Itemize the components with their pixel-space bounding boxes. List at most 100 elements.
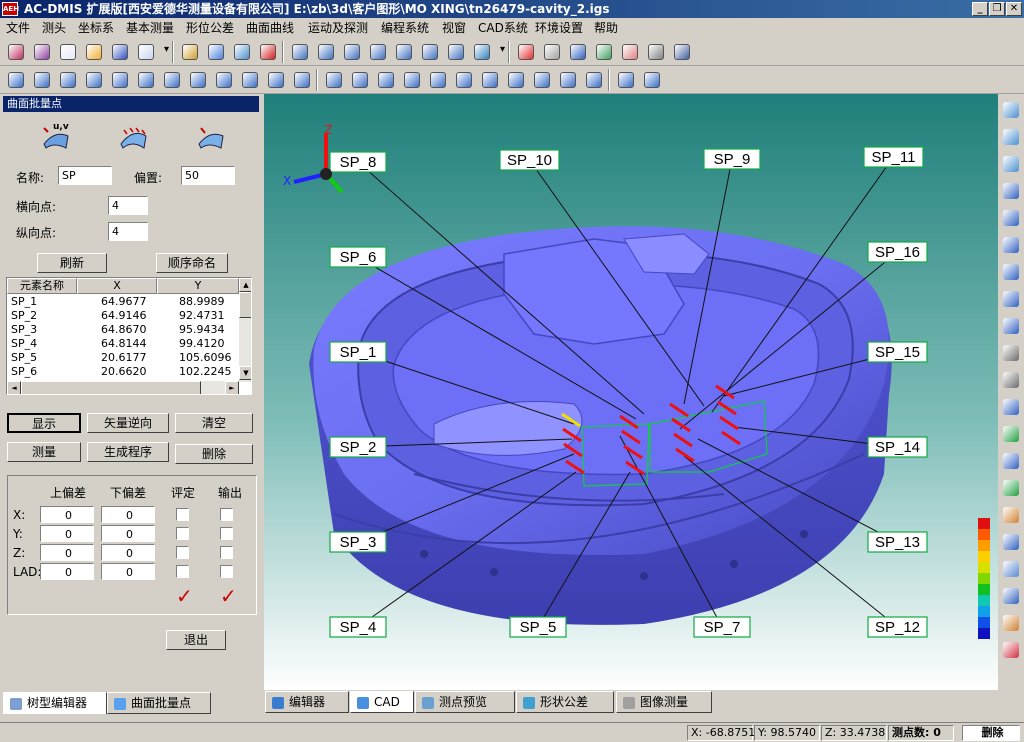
save-image-icon[interactable] — [1001, 559, 1021, 579]
plane-d-icon[interactable] — [56, 68, 78, 90]
view-front-icon[interactable] — [1001, 208, 1021, 228]
view-side-icon[interactable] — [1001, 235, 1021, 255]
tab-editor[interactable]: 编辑器 — [265, 691, 349, 713]
runner-icon[interactable] — [618, 40, 640, 62]
show-button[interactable]: 显示 — [7, 413, 81, 433]
menu-window[interactable]: 视窗 — [442, 18, 466, 38]
output-checkbox[interactable] — [220, 527, 233, 540]
measure-button[interactable]: 测量 — [7, 442, 81, 462]
menu-programming[interactable]: 编程系统 — [381, 18, 429, 38]
cursor-icon[interactable] — [1001, 397, 1021, 417]
hatch-icon[interactable] — [322, 68, 344, 90]
camera-icon[interactable] — [1001, 586, 1021, 606]
exit-button[interactable]: 退出 — [166, 630, 226, 650]
point-label[interactable]: SP_16 — [867, 241, 928, 263]
perpendicular-icon[interactable] — [366, 40, 388, 62]
menu-probe[interactable]: 测头 — [42, 18, 66, 38]
list-icon[interactable] — [478, 68, 500, 90]
coordinate-icon[interactable] — [470, 40, 492, 62]
scroll-h-thumb[interactable] — [21, 381, 201, 394]
view-box-icon[interactable] — [1001, 289, 1021, 309]
target2-icon[interactable] — [452, 68, 474, 90]
tab-image-measure[interactable]: 图像测量 — [616, 691, 712, 713]
point-label[interactable]: SP_9 — [703, 148, 761, 170]
upper-tol-field[interactable]: 0 — [40, 544, 94, 561]
position-icon[interactable] — [444, 40, 466, 62]
menu-surface-curve[interactable]: 曲面曲线 — [246, 18, 294, 38]
refresh-button[interactable]: 刷新 — [37, 253, 107, 273]
cone-icon[interactable] — [186, 68, 208, 90]
restore-button[interactable]: ❐ — [989, 2, 1005, 16]
status-delete-button[interactable]: 删除 — [962, 725, 1020, 741]
menu-motion[interactable]: 运动及探测 — [308, 18, 368, 38]
minimize-button[interactable]: _ — [972, 2, 988, 16]
point-label[interactable]: SP_2 — [329, 436, 387, 458]
reverse-vector-button[interactable]: 矢量逆向 — [87, 413, 169, 433]
database-icon[interactable] — [592, 40, 614, 62]
lower-tol-field[interactable]: 0 — [101, 506, 155, 523]
menu-file[interactable]: 文件 — [6, 18, 30, 38]
hatch2-icon[interactable] — [640, 68, 662, 90]
point-icon[interactable] — [4, 68, 26, 90]
menu-cad[interactable]: CAD系统 — [478, 18, 528, 38]
point-label[interactable]: SP_6 — [329, 246, 387, 268]
col-x-header[interactable]: X — [77, 278, 157, 294]
probe-move-icon[interactable] — [514, 40, 536, 62]
frame-icon[interactable] — [556, 68, 578, 90]
col-y-header[interactable]: Y — [157, 278, 239, 294]
horizontal-points-field[interactable]: 4 — [108, 196, 148, 215]
view-iso-icon[interactable] — [1001, 181, 1021, 201]
point-label[interactable]: SP_7 — [693, 616, 751, 638]
output-checkbox[interactable] — [220, 508, 233, 521]
uv-surface-icon[interactable]: u,v — [40, 122, 70, 150]
probe-icon[interactable] — [1001, 613, 1021, 633]
chart-icon[interactable] — [230, 40, 252, 62]
menu-settings[interactable]: 环境设置 — [535, 18, 583, 38]
cad-viewport[interactable]: SP_1 SP_2 SP_3 SP_4 SP_5 SP_6 SP_7 SP_8 SP_9 SP_1… — [264, 94, 998, 690]
plane-icon[interactable] — [108, 68, 130, 90]
offset-field[interactable]: 50 — [181, 166, 235, 185]
frame2-icon[interactable] — [582, 68, 604, 90]
zoom-window-icon[interactable] — [1001, 154, 1021, 174]
upper-tol-field[interactable]: 0 — [40, 525, 94, 542]
delete-button[interactable]: 删除 — [175, 444, 253, 464]
evaluate-checkbox[interactable] — [176, 546, 189, 559]
eraser-icon[interactable] — [1001, 640, 1021, 660]
view-solid-icon[interactable] — [1001, 316, 1021, 336]
torus-icon[interactable] — [264, 68, 286, 90]
ruler-icon[interactable] — [290, 68, 312, 90]
line-icon[interactable] — [288, 40, 310, 62]
menu-tolerance[interactable]: 形位公差 — [186, 18, 234, 38]
view-wire-icon[interactable] — [1001, 343, 1021, 363]
point-label[interactable]: SP_12 — [867, 616, 928, 638]
tab-tree-editor[interactable]: 树型编辑器 — [3, 692, 107, 714]
clear-button[interactable]: 清空 — [175, 413, 253, 433]
point-label[interactable]: SP_5 — [509, 616, 567, 638]
line-tool-icon[interactable] — [30, 68, 52, 90]
output-checkbox[interactable] — [220, 546, 233, 559]
save-icon[interactable] — [108, 40, 130, 62]
menu-coordinate[interactable]: 坐标系 — [78, 18, 114, 38]
table-row[interactable]: SP_3 64.8670 95.9434 — [7, 323, 239, 337]
table-row[interactable]: SP_5 20.6177 105.6096 — [7, 351, 239, 365]
copy-icon[interactable] — [134, 40, 156, 62]
parallel-icon[interactable] — [392, 40, 414, 62]
tab-point-preview[interactable]: 测点预览 — [415, 691, 515, 713]
scroll-left-icon[interactable]: ◄ — [7, 381, 21, 394]
distance-icon[interactable] — [340, 40, 362, 62]
cross-icon[interactable] — [348, 68, 370, 90]
name-field[interactable]: SP — [58, 166, 112, 185]
point-label[interactable]: SP_4 — [329, 616, 387, 638]
evaluate-checkbox[interactable] — [176, 508, 189, 521]
vertical-points-field[interactable]: 4 — [108, 222, 148, 241]
horizontal-scrollbar[interactable]: ◄ ► — [7, 381, 239, 394]
grid-icon[interactable] — [1001, 478, 1021, 498]
view-top-icon[interactable] — [1001, 262, 1021, 282]
generate-program-button[interactable]: 生成程序 — [87, 442, 169, 462]
dmis-wk-icon[interactable] — [30, 40, 52, 62]
scroll-thumb[interactable] — [239, 292, 251, 318]
dimension-icon[interactable] — [1001, 532, 1021, 552]
point-label[interactable]: SP_11 — [863, 146, 924, 168]
table-row[interactable]: SP_4 64.8144 99.4120 — [7, 337, 239, 351]
edit-icon[interactable] — [504, 68, 526, 90]
